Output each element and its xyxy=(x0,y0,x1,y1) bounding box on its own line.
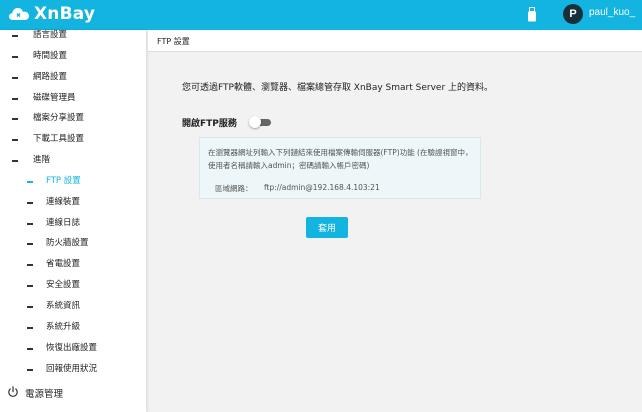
dash-icon xyxy=(27,327,33,329)
ftp-info-text: 在瀏覽器網址列輸入下列鏈結來使用檔案傳輸伺服器(FTP)功能 (在驗證視窗中，使… xyxy=(208,148,473,170)
dash-icon xyxy=(27,348,33,350)
dash-icon xyxy=(12,139,18,141)
sidebar-item-factory-reset[interactable]: 恢復出廠設置 xyxy=(0,338,146,358)
sidebar-item-network[interactable]: 網路設置 xyxy=(0,67,146,87)
sidebar-item-connection-log[interactable]: 連線日誌 xyxy=(0,213,146,233)
page-header: FTP 設置 xyxy=(148,30,642,52)
ftp-info-box: 在瀏覽器網址列輸入下列鏈結來使用檔案傳輸伺服器(FTP)功能 (在驗證視窗中，使… xyxy=(199,137,481,199)
sidebar-item-label: 連線裝置 xyxy=(46,197,81,207)
username[interactable]: paul_kuo_ xyxy=(589,7,635,18)
dash-icon xyxy=(27,264,33,266)
sidebar-item-label: 系統升級 xyxy=(46,322,81,332)
sidebar-item-label: 網路設置 xyxy=(33,72,68,82)
ftp-address[interactable]: ftp://admin@192.168.4.103:21 xyxy=(264,183,380,192)
sidebar-item-label: 回報使用狀況 xyxy=(46,364,98,374)
address-label: 區域網路： xyxy=(215,184,253,193)
sidebar-item-system-info[interactable]: 系統資訊 xyxy=(0,296,146,316)
dash-icon xyxy=(12,35,18,37)
sidebar-item-label: 語言設置 xyxy=(33,30,68,40)
dash-icon xyxy=(12,56,18,58)
app-name: XnBay xyxy=(34,4,96,24)
toggle-knob xyxy=(249,116,261,128)
dash-icon xyxy=(27,223,33,225)
sidebar-item-label: 檔案分享設置 xyxy=(33,113,85,123)
sidebar-item-label: 下載工具設置 xyxy=(33,134,85,144)
page-title: FTP 設置 xyxy=(157,37,190,46)
ftp-service-toggle[interactable] xyxy=(249,116,272,128)
power-management-label: 電源管理 xyxy=(25,388,64,400)
sidebar-item-label: 進階 xyxy=(33,155,51,165)
dash-icon xyxy=(27,285,33,287)
sidebar-item-power-saving[interactable]: 省電設置 xyxy=(0,254,146,274)
sidebar: 語言設置 時間設置 網路設置 磁碟管理員 檔案分享設置 下載工具設置 進階 FT… xyxy=(0,30,146,412)
sidebar-item-label: 恢復出廠設置 xyxy=(46,343,98,353)
sidebar-item-security[interactable]: 安全設置 xyxy=(0,275,146,295)
user-avatar[interactable]: P xyxy=(563,4,583,24)
sidebar-item-file-sharing[interactable]: 檔案分享設置 xyxy=(0,108,146,128)
sidebar-item-label: 時間設置 xyxy=(33,51,68,61)
sidebar-item-download-tools[interactable]: 下載工具設置 xyxy=(0,129,146,149)
usb-drive-icon[interactable] xyxy=(527,7,537,26)
dash-icon xyxy=(27,181,33,183)
intro-text: 您可透過FTP軟體、瀏覽器、檔案總管存取 XnBay Smart Server … xyxy=(182,83,494,93)
sidebar-item-language[interactable]: 語言設置 xyxy=(0,25,146,45)
apply-button[interactable]: 套用 xyxy=(306,217,348,238)
sidebar-item-system-upgrade[interactable]: 系統升級 xyxy=(0,317,146,337)
dash-icon xyxy=(12,77,18,79)
dash-icon xyxy=(27,369,33,371)
cloud-logo-icon xyxy=(8,6,30,22)
ftp-service-label: 開啟FTP服務 xyxy=(182,119,237,129)
sidebar-item-label: 安全設置 xyxy=(46,280,81,290)
dash-icon xyxy=(12,160,18,162)
sidebar-item-usage-report[interactable]: 回報使用狀況 xyxy=(0,359,146,379)
dash-icon xyxy=(12,98,18,100)
dash-icon xyxy=(27,306,33,308)
dash-icon xyxy=(27,202,33,204)
sidebar-item-label: 連線日誌 xyxy=(46,218,81,228)
sidebar-item-ftp[interactable]: FTP 設置 xyxy=(0,171,146,191)
sidebar-item-advanced[interactable]: 進階 xyxy=(0,150,146,170)
power-icon xyxy=(7,383,19,402)
power-management[interactable]: 電源管理 xyxy=(7,383,63,402)
sidebar-item-label: 省電設置 xyxy=(46,259,81,269)
sidebar-item-disk-manager[interactable]: 磁碟管理員 xyxy=(0,88,146,108)
sidebar-item-label: FTP 設置 xyxy=(46,176,81,186)
dash-icon xyxy=(12,118,18,120)
sidebar-item-time[interactable]: 時間設置 xyxy=(0,46,146,66)
sidebar-item-firewall[interactable]: 防火牆設置 xyxy=(0,233,146,253)
sidebar-item-label: 磁碟管理員 xyxy=(33,93,76,103)
sidebar-item-label: 系統資訊 xyxy=(46,301,81,311)
sidebar-item-connected-devices[interactable]: 連線裝置 xyxy=(0,192,146,212)
sidebar-item-label: 防火牆設置 xyxy=(46,238,89,248)
dash-icon xyxy=(27,243,33,245)
app-logo[interactable]: XnBay xyxy=(8,4,95,24)
